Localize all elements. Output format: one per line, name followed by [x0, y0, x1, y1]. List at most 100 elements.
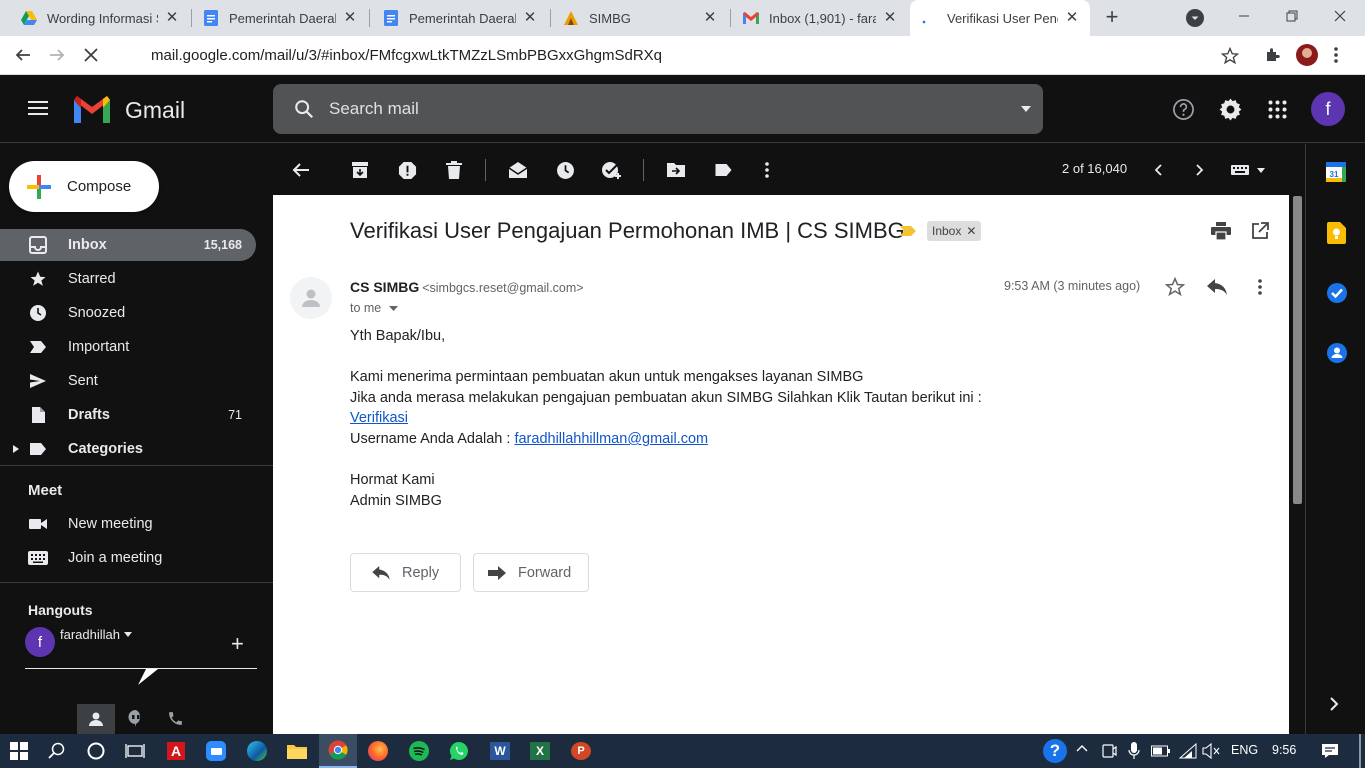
archive-icon[interactable] — [348, 158, 372, 182]
zoom-icon[interactable] — [197, 734, 235, 768]
close-window-button[interactable] — [1316, 0, 1364, 32]
tab-search-button[interactable] — [1186, 9, 1204, 27]
close-tab-icon[interactable]: ✕ — [882, 10, 898, 26]
reply-icon[interactable] — [1207, 279, 1227, 295]
forward-button[interactable] — [40, 36, 74, 74]
new-tab-button[interactable]: + — [1101, 6, 1123, 29]
notifications-icon[interactable] — [1321, 743, 1339, 759]
forward-button[interactable]: Forward — [473, 553, 589, 592]
search-icon[interactable] — [293, 98, 315, 120]
main-menu-icon[interactable] — [28, 100, 48, 116]
browser-tab-2[interactable]: Pemerintah Daerah ✕ — [192, 0, 368, 36]
account-avatar[interactable]: f — [1311, 92, 1345, 126]
task-view-icon[interactable] — [116, 734, 154, 768]
move-to-icon[interactable] — [664, 158, 688, 182]
remove-label-icon[interactable]: ✕ — [966, 224, 976, 238]
volume-muted-icon[interactable] — [1202, 743, 1220, 759]
reply-button[interactable]: Reply — [350, 553, 461, 592]
snooze-icon[interactable] — [553, 158, 577, 182]
spotify-icon[interactable] — [400, 734, 438, 768]
whatsapp-icon[interactable] — [440, 734, 478, 768]
nav-item-snoozed[interactable]: Snoozed — [0, 297, 256, 329]
restore-button[interactable] — [1268, 0, 1316, 32]
report-spam-icon[interactable] — [395, 158, 419, 182]
keep-icon[interactable] — [1327, 222, 1346, 244]
search-options-icon[interactable] — [1019, 104, 1033, 114]
compose-button[interactable]: Compose — [9, 161, 159, 212]
show-hidden-icons-icon[interactable] — [1076, 744, 1088, 752]
contacts-tab[interactable] — [77, 704, 115, 734]
nav-item-sent[interactable]: Sent — [0, 365, 256, 397]
help-icon[interactable] — [1172, 98, 1195, 121]
add-hangout-icon[interactable]: + — [231, 633, 244, 655]
hangouts-chat-icon[interactable] — [128, 710, 144, 727]
close-tab-icon[interactable]: ✕ — [702, 10, 718, 26]
browser-tab-1[interactable]: Wording Informasi S ✕ — [10, 0, 190, 36]
profile-avatar[interactable] — [1296, 44, 1318, 66]
chevron-right-icon[interactable] — [1330, 697, 1339, 711]
contacts-icon[interactable] — [1326, 342, 1348, 364]
battery-icon[interactable] — [1151, 745, 1171, 757]
important-marker-icon[interactable] — [900, 225, 916, 237]
close-tab-icon[interactable]: ✕ — [522, 10, 538, 26]
join-meeting-item[interactable]: Join a meeting — [0, 542, 256, 574]
newer-message-icon[interactable] — [1146, 158, 1170, 182]
settings-gear-icon[interactable] — [1218, 97, 1243, 122]
label-icon[interactable] — [711, 158, 735, 182]
chrome-taskbar-icon[interactable] — [319, 734, 357, 768]
sender-name[interactable]: CS SIMBG — [350, 279, 419, 295]
url-bar[interactable]: mail.google.com/mail/u/3/#inbox/FMfcgxwL… — [117, 40, 1257, 70]
mark-unread-icon[interactable] — [506, 158, 530, 182]
close-tab-icon[interactable]: ✕ — [164, 10, 180, 26]
nav-item-inbox[interactable]: Inbox 15,168 — [0, 229, 256, 261]
nav-item-starred[interactable]: Starred — [0, 263, 256, 295]
nav-item-drafts[interactable]: Drafts 71 — [0, 399, 256, 431]
edge-icon[interactable] — [238, 734, 276, 768]
add-to-tasks-icon[interactable] — [600, 158, 624, 182]
more-options-icon[interactable] — [755, 158, 779, 182]
browser-tab-6-active[interactable]: Verifikasi User Peng ✕ — [910, 0, 1090, 36]
calendar-icon[interactable]: 31 — [1326, 162, 1346, 182]
excel-icon[interactable]: X — [521, 734, 559, 768]
microphone-icon[interactable] — [1128, 742, 1140, 760]
show-desktop-button[interactable] — [1359, 734, 1361, 768]
minimize-button[interactable] — [1220, 0, 1268, 32]
close-tab-icon[interactable]: ✕ — [1064, 10, 1080, 26]
older-message-icon[interactable] — [1188, 158, 1212, 182]
back-button[interactable] — [6, 36, 40, 74]
browser-tab-4[interactable]: SIMBG ✕ — [552, 0, 728, 36]
acrobat-icon[interactable]: A — [157, 734, 195, 768]
search-input[interactable] — [329, 99, 949, 119]
chrome-menu-icon[interactable] — [1333, 46, 1339, 64]
recipient-toggle[interactable]: to me — [350, 301, 399, 315]
nav-item-important[interactable]: Important — [0, 331, 256, 363]
language-indicator[interactable]: ENG — [1231, 743, 1258, 757]
taskbar-clock[interactable]: 9:56 — [1272, 743, 1296, 757]
apps-grid-icon[interactable] — [1268, 100, 1287, 119]
print-icon[interactable] — [1211, 222, 1231, 240]
extensions-icon[interactable] — [1264, 46, 1282, 64]
back-to-inbox-icon[interactable] — [289, 158, 313, 182]
browser-tab-5[interactable]: Inbox (1,901) - farad ✕ — [732, 0, 908, 36]
meet-now-icon[interactable] — [1101, 743, 1117, 759]
delete-icon[interactable] — [442, 158, 466, 182]
username-email-link[interactable]: faradhillahhillman@gmail.com — [514, 431, 708, 447]
gmail-logo-icon[interactable] — [72, 95, 112, 125]
phone-icon[interactable] — [167, 710, 184, 727]
stop-loading-button[interactable] — [74, 36, 108, 74]
input-tools-icon[interactable] — [1228, 158, 1268, 182]
expand-arrow-icon[interactable] — [13, 445, 19, 453]
word-icon[interactable]: W — [481, 734, 519, 768]
verification-link[interactable]: Verifikasi — [350, 410, 408, 426]
scrollbar-thumb[interactable] — [1293, 196, 1302, 504]
nav-item-categories[interactable]: Categories — [0, 433, 256, 465]
windows-start-icon[interactable] — [0, 734, 38, 768]
cortana-icon[interactable] — [77, 734, 115, 768]
help-tray-icon[interactable]: ? — [1043, 739, 1067, 763]
taskbar-search-icon[interactable] — [38, 734, 76, 768]
close-tab-icon[interactable]: ✕ — [342, 10, 358, 26]
file-explorer-icon[interactable] — [278, 734, 316, 768]
more-options-icon[interactable] — [1258, 279, 1262, 295]
bookmark-star-icon[interactable] — [1221, 47, 1239, 65]
star-icon[interactable] — [1165, 277, 1185, 297]
